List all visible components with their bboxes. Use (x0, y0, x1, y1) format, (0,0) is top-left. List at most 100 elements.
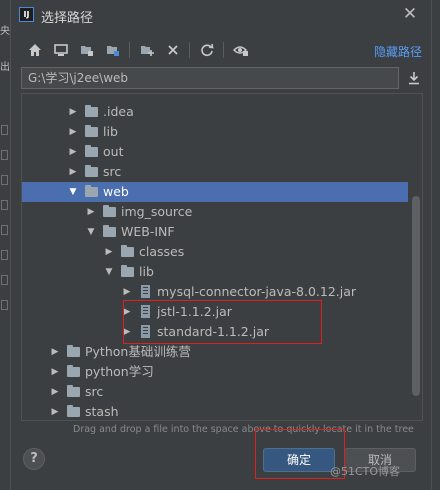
tree-row[interactable]: ▶ mysql-connector-java-8.0.12.jar (22, 282, 408, 302)
close-button[interactable]: ✕ (401, 5, 419, 23)
chevron-right-icon[interactable]: ▶ (104, 242, 114, 262)
ok-button[interactable]: 确定 (263, 448, 335, 472)
hide-path-link[interactable]: 隐藏路径 (374, 43, 422, 60)
chevron-right-icon[interactable]: ▶ (50, 342, 60, 362)
folder-icon (85, 125, 98, 137)
background-mark (1, 275, 8, 285)
tree-row[interactable]: ▶ lib (22, 122, 408, 142)
chevron-right-icon[interactable]: ▶ (122, 302, 132, 322)
delete-button[interactable] (163, 40, 183, 60)
chevron-down-icon[interactable]: ▼ (86, 222, 96, 242)
chevron-right-icon[interactable]: ▶ (122, 322, 132, 342)
tree-row[interactable]: ▶ classes (22, 242, 408, 262)
toolbar: 隐藏路径 (11, 38, 431, 62)
title-bar: IJ 选择路径 ✕ (11, 0, 431, 30)
watermark: @51CTO博客 (330, 465, 401, 478)
desktop-button[interactable] (51, 40, 71, 60)
folder-icon (103, 225, 116, 237)
help-button[interactable]: ? (23, 448, 45, 470)
tree-row[interactable]: ▼ WEB-INF (22, 222, 408, 242)
tree-item-label: WEB-INF (121, 224, 175, 239)
chevron-right-icon[interactable]: ▶ (68, 122, 78, 142)
show-hidden-button[interactable] (231, 40, 251, 60)
folder-icon (67, 405, 80, 417)
path-input[interactable]: G:\学习\j2ee\web (21, 67, 399, 89)
toolbar-separator (189, 42, 190, 58)
tree-item-label: lib (103, 124, 118, 139)
chevron-right-icon[interactable]: ▶ (68, 142, 78, 162)
folder-icon (67, 365, 80, 377)
chevron-right-icon[interactable]: ▶ (122, 282, 132, 302)
tree-item-label: mysql-connector-java-8.0.12.jar (157, 284, 357, 299)
delete-icon (168, 45, 178, 55)
intellij-logo-icon: IJ (19, 7, 34, 22)
tree-item-label: python学习 (85, 364, 154, 379)
project-folder-button[interactable] (77, 40, 97, 60)
tree-scrollbar[interactable] (412, 196, 420, 396)
chevron-down-icon[interactable]: ▼ (68, 182, 78, 202)
tree-row[interactable]: ▶ jstl-1.1.2.jar (22, 302, 408, 322)
background-mark (1, 125, 8, 135)
chevron-right-icon[interactable]: ▶ (68, 102, 78, 122)
jar-icon (141, 305, 150, 318)
download-button[interactable] (404, 68, 424, 88)
choose-path-dialog: IJ 选择路径 ✕ 隐藏路径 G:\学习\j2ee\web ▶ .idea ▶ … (10, 0, 432, 490)
tree-item-label: out (103, 144, 124, 159)
tree-item-label: jstl-1.1.2.jar (157, 304, 232, 319)
refresh-button[interactable] (197, 40, 217, 60)
tree-row[interactable]: ▶ src (22, 162, 408, 182)
tree-row[interactable]: ▼ web (22, 182, 408, 202)
tree-item-label: Python基础训练营 (85, 344, 191, 359)
background-mark (1, 200, 8, 210)
tree-row[interactable]: ▶ .idea (22, 102, 408, 122)
tree-item-label: img_source (121, 204, 193, 219)
chevron-right-icon[interactable]: ▶ (50, 382, 60, 402)
tree-row[interactable]: ▶ stash (22, 402, 408, 420)
desktop-icon (54, 44, 68, 56)
tree-item-label: src (103, 164, 122, 179)
folder-icon (85, 165, 98, 177)
tree-row[interactable]: ▶ src (22, 382, 408, 402)
new-folder-icon (141, 46, 154, 56)
new-folder-button[interactable] (137, 40, 157, 60)
show-hidden-icon (233, 46, 248, 56)
tree-item-label: web (103, 184, 129, 199)
tree-item-label: standard-1.1.2.jar (157, 324, 270, 339)
tree-row[interactable]: ▶ out (22, 142, 408, 162)
home-button[interactable] (25, 40, 45, 60)
dialog-title: 选择路径 (41, 11, 94, 26)
toolbar-separator (223, 42, 224, 58)
download-icon (409, 72, 419, 85)
chevron-right-icon[interactable]: ▶ (68, 162, 78, 182)
background-text: 出 (0, 62, 10, 73)
chevron-right-icon[interactable]: ▶ (50, 362, 60, 382)
background-mark (1, 300, 8, 310)
background-mark (1, 150, 8, 160)
jar-icon (141, 285, 150, 298)
toolbar-separator (129, 42, 130, 58)
home-icon (29, 44, 41, 56)
tree-row[interactable]: ▶ Python基础训练营 (22, 342, 408, 362)
chevron-right-icon[interactable]: ▶ (86, 202, 96, 222)
tree-item-label: stash (85, 404, 119, 419)
chevron-down-icon[interactable]: ▼ (104, 262, 114, 282)
tree-row[interactable]: ▶ img_source (22, 202, 408, 222)
folder-icon (103, 205, 116, 217)
folder-icon (121, 245, 134, 257)
tree-row[interactable]: ▼ lib (22, 262, 408, 282)
tree-item-label: src (85, 384, 104, 399)
tree-row[interactable]: ▶ standard-1.1.2.jar (22, 322, 408, 342)
folder-icon (85, 145, 98, 157)
module-folder-button[interactable] (103, 40, 123, 60)
tree-item-label: classes (139, 244, 185, 259)
tree-item-label: lib (139, 264, 154, 279)
file-tree[interactable]: ▶ .idea ▶ lib ▶ out ▶ src ▼ web ▶ img_source ▼ WEB-IN… (21, 93, 423, 421)
refresh-icon (201, 43, 214, 57)
folder-icon (121, 265, 134, 277)
folder-icon (85, 185, 98, 197)
drag-drop-hint: Drag and drop a file into the space abov… (73, 424, 414, 435)
chevron-right-icon[interactable]: ▶ (50, 402, 60, 420)
jar-icon (141, 325, 150, 338)
tree-row[interactable]: ▶ python学习 (22, 362, 408, 382)
tree-item-label: .idea (103, 104, 134, 119)
